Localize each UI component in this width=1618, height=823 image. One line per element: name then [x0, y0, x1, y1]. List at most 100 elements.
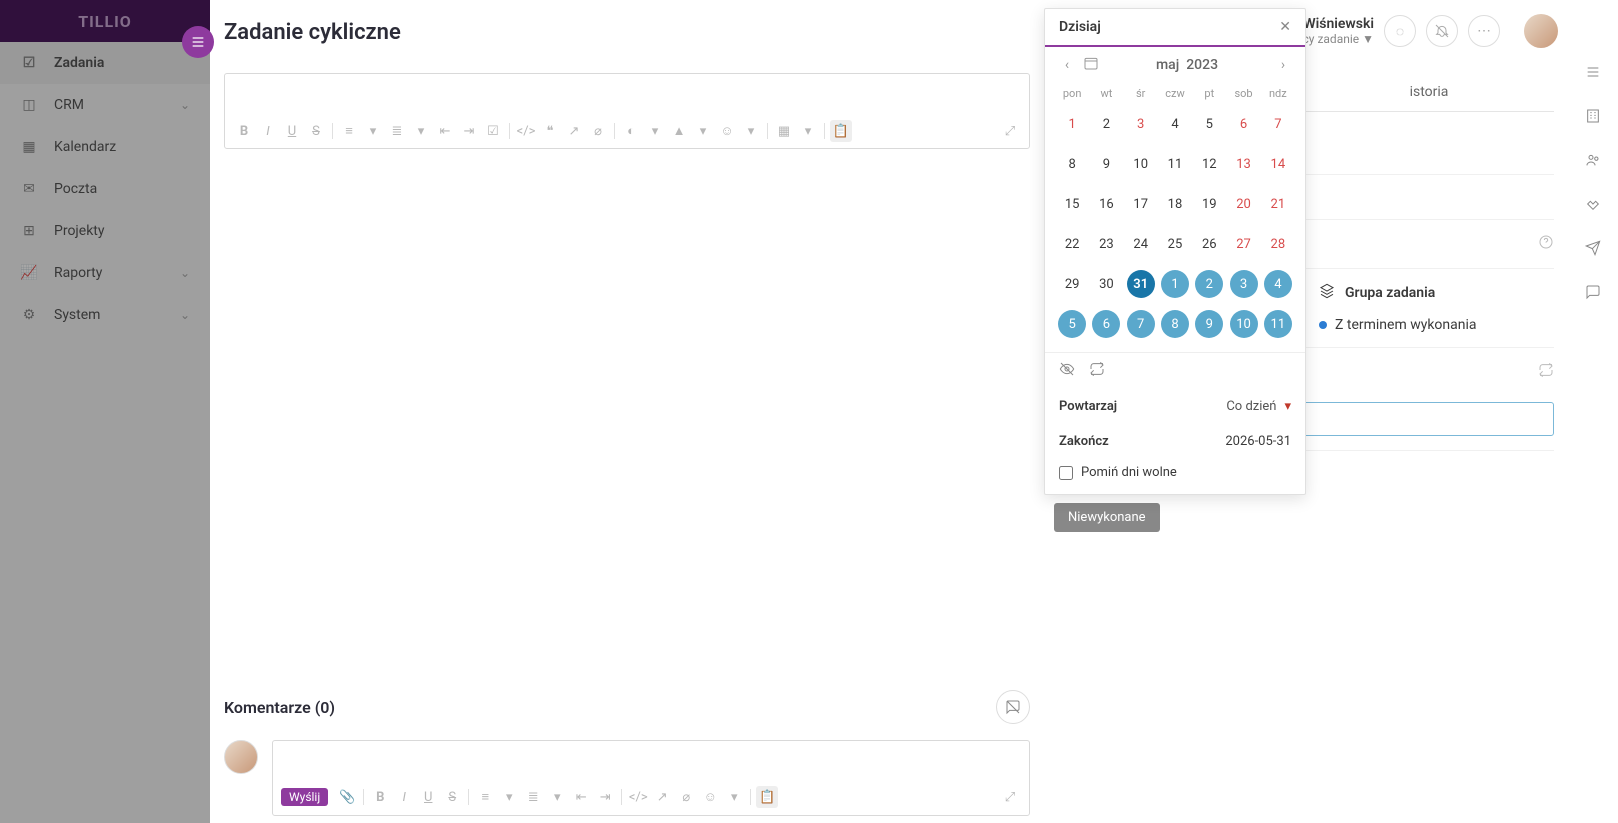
- link-icon[interactable]: ↗: [651, 786, 673, 808]
- calendar-day[interactable]: 4: [1158, 104, 1192, 144]
- calendar-day[interactable]: 2: [1089, 104, 1123, 144]
- repeat-icon[interactable]: [1538, 362, 1554, 382]
- emoji-icon[interactable]: ☺: [716, 120, 738, 142]
- calendar-day[interactable]: 27: [1226, 224, 1260, 264]
- calendar-day[interactable]: 25: [1158, 224, 1192, 264]
- chevron-down-icon[interactable]: ▾: [740, 120, 762, 142]
- calendar-day[interactable]: 7: [1124, 304, 1158, 344]
- calendar-day[interactable]: 9: [1192, 304, 1226, 344]
- rail-people-icon[interactable]: [1583, 150, 1603, 170]
- code-icon[interactable]: </>: [627, 786, 649, 808]
- calendar-day[interactable]: 13: [1226, 144, 1260, 184]
- chevron-down-icon[interactable]: ▾: [498, 786, 520, 808]
- help-icon[interactable]: [1538, 234, 1554, 254]
- checkbox-input[interactable]: [1059, 466, 1073, 480]
- unlink-icon[interactable]: ⌀: [675, 786, 697, 808]
- calendar-day[interactable]: 6: [1089, 304, 1123, 344]
- rail-chat-icon[interactable]: [1583, 282, 1603, 302]
- chevron-down-icon[interactable]: ▾: [723, 786, 745, 808]
- ul-icon[interactable]: ≡: [474, 786, 496, 808]
- unlink-icon[interactable]: ⌀: [587, 120, 609, 142]
- eye-off-icon[interactable]: [1059, 361, 1075, 381]
- calendar-day[interactable]: 15: [1055, 184, 1089, 224]
- calendar-day[interactable]: 5: [1055, 304, 1089, 344]
- calendar-day[interactable]: 6: [1226, 104, 1260, 144]
- expand-icon[interactable]: ⤢: [999, 786, 1021, 808]
- calendar-day[interactable]: 3: [1226, 264, 1260, 304]
- prev-month-button[interactable]: ‹: [1055, 57, 1079, 73]
- calendar-day[interactable]: 12: [1192, 144, 1226, 184]
- calendar-day[interactable]: 20: [1226, 184, 1260, 224]
- calendar-day[interactable]: 14: [1261, 144, 1295, 184]
- calendar-day[interactable]: 3: [1124, 104, 1158, 144]
- calendar-day[interactable]: 11: [1158, 144, 1192, 184]
- strike-icon[interactable]: S: [441, 786, 463, 808]
- link-icon[interactable]: ↗: [563, 120, 585, 142]
- calendar-day[interactable]: 1: [1158, 264, 1192, 304]
- italic-icon[interactable]: I: [393, 786, 415, 808]
- paste-icon[interactable]: 📋: [756, 786, 778, 808]
- tab-history[interactable]: istoria: [1304, 73, 1554, 111]
- rail-send-icon[interactable]: [1583, 238, 1603, 258]
- calendar-day[interactable]: 23: [1089, 224, 1123, 264]
- calendar-day[interactable]: 21: [1261, 184, 1295, 224]
- rail-handshake-icon[interactable]: [1583, 194, 1603, 214]
- fire-icon[interactable]: ◌: [1384, 15, 1416, 47]
- avatar[interactable]: [1524, 14, 1558, 48]
- calendar-day[interactable]: 10: [1124, 144, 1158, 184]
- calendar-day[interactable]: 17: [1124, 184, 1158, 224]
- rail-building-icon[interactable]: [1583, 106, 1603, 126]
- description-editor[interactable]: B I U S ≡ ▾ ≣ ▾ ⇤ ⇥ ☑ </> ❝ ↗ ⌀: [224, 73, 1030, 149]
- chevron-down-icon[interactable]: ▾: [546, 786, 568, 808]
- calendar-day[interactable]: 24: [1124, 224, 1158, 264]
- comment-editor[interactable]: Wyślij 📎 B I U S ≡ ▾ ≣ ▾ ⇤ ⇥: [272, 740, 1030, 816]
- emoji-icon[interactable]: ☺: [699, 786, 721, 808]
- expand-icon[interactable]: ⤢: [999, 120, 1021, 142]
- calendar-day[interactable]: 28: [1261, 224, 1295, 264]
- underline-icon[interactable]: U: [417, 786, 439, 808]
- task-icon[interactable]: ☑: [482, 120, 504, 142]
- rail-list-icon[interactable]: [1583, 62, 1603, 82]
- close-icon[interactable]: ✕: [1279, 19, 1291, 35]
- calendar-day[interactable]: 7: [1261, 104, 1295, 144]
- month-year-label[interactable]: maj 2023: [1103, 57, 1271, 73]
- bold-icon[interactable]: B: [369, 786, 391, 808]
- calendar-day[interactable]: 26: [1192, 224, 1226, 264]
- calendar-day[interactable]: 18: [1158, 184, 1192, 224]
- quote-icon[interactable]: ❝: [539, 120, 561, 142]
- calendar-icon[interactable]: [1079, 55, 1103, 75]
- sidebar-toggle-button[interactable]: [182, 26, 214, 58]
- repeat-select[interactable]: Co dzień ▾: [1226, 399, 1291, 414]
- skip-free-checkbox[interactable]: Pomiń dni wolne: [1045, 459, 1305, 494]
- bold-icon[interactable]: B: [233, 120, 255, 142]
- calendar-day[interactable]: 8: [1055, 144, 1089, 184]
- ol-icon[interactable]: ≣: [522, 786, 544, 808]
- italic-icon[interactable]: I: [257, 120, 279, 142]
- underline-icon[interactable]: U: [281, 120, 303, 142]
- paste-icon[interactable]: 📋: [830, 120, 852, 142]
- ol-icon[interactable]: ≣: [386, 120, 408, 142]
- calendar-day[interactable]: 8: [1158, 304, 1192, 344]
- end-value[interactable]: 2026-05-31: [1225, 434, 1291, 449]
- ul-icon[interactable]: ≡: [338, 120, 360, 142]
- hide-comments-button[interactable]: [996, 690, 1030, 724]
- more-icon[interactable]: ⋯: [1468, 15, 1500, 47]
- chevron-down-icon[interactable]: ▾: [797, 120, 819, 142]
- send-button[interactable]: Wyślij: [281, 788, 328, 806]
- attach-icon[interactable]: 📎: [336, 786, 358, 808]
- strike-icon[interactable]: S: [305, 120, 327, 142]
- calendar-day[interactable]: 16: [1089, 184, 1123, 224]
- refresh-icon[interactable]: [1089, 361, 1105, 381]
- indent-icon[interactable]: ⇥: [594, 786, 616, 808]
- calendar-day[interactable]: 19: [1192, 184, 1226, 224]
- outdent-icon[interactable]: ⇤: [434, 120, 456, 142]
- calendar-day[interactable]: 30: [1089, 264, 1123, 304]
- calendar-day[interactable]: 5: [1192, 104, 1226, 144]
- calendar-day[interactable]: 9: [1089, 144, 1123, 184]
- status-badge[interactable]: Niewykonane: [1054, 503, 1160, 532]
- chevron-down-icon[interactable]: ▾: [644, 120, 666, 142]
- next-month-button[interactable]: ›: [1271, 57, 1295, 73]
- calendar-day[interactable]: 11: [1261, 304, 1295, 344]
- chevron-down-icon[interactable]: ▾: [362, 120, 384, 142]
- bell-off-icon[interactable]: [1426, 15, 1458, 47]
